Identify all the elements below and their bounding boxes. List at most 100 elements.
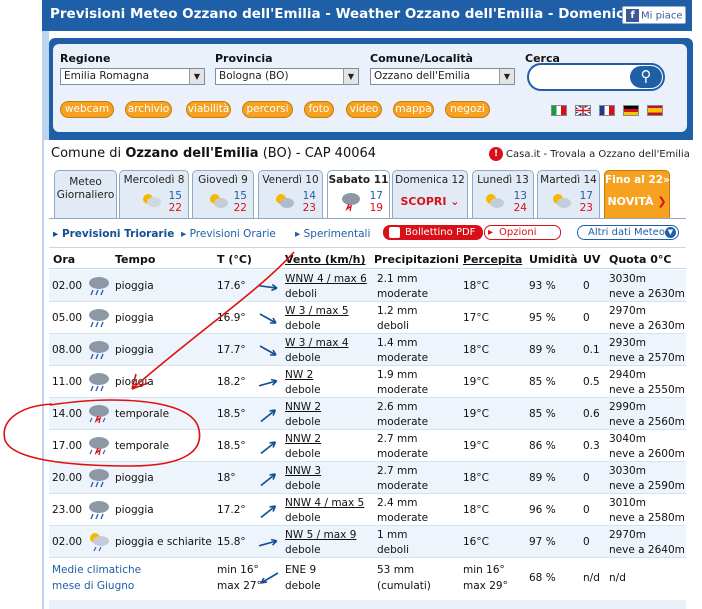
altri-dati-meteo-button[interactable]: Altri dati Meteo ▼: [577, 225, 679, 240]
rain-icon: [89, 277, 109, 296]
title-bar: Previsioni Meteo Ozzano dell'Emilia - We…: [42, 0, 692, 31]
cell-temp: 18.5°: [217, 440, 246, 452]
rain-icon: [89, 341, 109, 360]
casa-link[interactable]: ! Casa.it - Trovala a Ozzano dell'Emilia: [489, 147, 690, 161]
triangle-right-icon: ▸: [295, 228, 301, 240]
bollettino-pdf-button[interactable]: Bollettino PDF: [383, 225, 483, 240]
cell-vento: NW 2: [285, 369, 314, 381]
cell-vento-desc: deboli: [285, 288, 318, 300]
cell-ora: 05.00: [52, 312, 83, 324]
search-box: ⚲: [527, 63, 665, 91]
search-input[interactable]: [537, 70, 629, 84]
facebook-like-button[interactable]: f Mi piace: [622, 6, 686, 24]
tab-domenica-12[interactable]: Domenica 12 SCOPRI ⌄: [392, 170, 468, 219]
comune-select[interactable]: Ozzano dell'Emilia ▼: [370, 68, 515, 85]
comune-label: Comune/Località: [370, 52, 473, 65]
cell-uv: 0.5: [583, 376, 600, 388]
cell-percepita: 18°C: [463, 344, 489, 356]
viabilita-button[interactable]: viabilità: [186, 101, 231, 118]
chevron-right-icon: ❯: [657, 195, 667, 208]
cell-tempo: pioggia: [115, 504, 154, 516]
thunderstorm-icon: [89, 437, 109, 456]
cell-quota: 3010m: [609, 497, 646, 509]
table-row: 08.00 pioggia 17.7° W 3 / max 4 debole 1.4 mm…: [49, 334, 686, 366]
cell-precip: 2.4 mm: [377, 497, 418, 509]
flag-germany-icon[interactable]: [623, 105, 639, 116]
cell-percepita: 18°C: [463, 472, 489, 484]
mappa-button[interactable]: mappa: [393, 101, 434, 118]
cell-uv: 0: [583, 504, 590, 516]
casa-icon: !: [489, 147, 503, 161]
flag-italy-icon[interactable]: [551, 105, 567, 116]
cell-precip: 1.4 mm: [377, 337, 418, 349]
flag-france-icon[interactable]: [599, 105, 615, 116]
cell-vento: NW 5 / max 9: [285, 529, 357, 541]
cell-precip: 2.6 mm: [377, 401, 418, 413]
negozi-button[interactable]: negozi: [445, 101, 490, 118]
cell-quota: 2970m: [609, 305, 646, 317]
cell-percepita: 17°C: [463, 312, 489, 324]
cell-uv: 0.3: [583, 440, 600, 452]
search-button[interactable]: ⚲: [630, 66, 662, 88]
flag-uk-icon[interactable]: [575, 105, 591, 116]
tab-lunedi-13[interactable]: Lunedì 13 13 24: [472, 170, 534, 219]
tab-sabato-11[interactable]: Sabato 11 17 19: [327, 170, 390, 221]
cell-vento: NNW 2: [285, 401, 322, 413]
tab-venerdi-10[interactable]: Venerdì 10 14 23: [258, 170, 323, 219]
wind-direction-icon: [258, 378, 278, 387]
table-row: 02.00 pioggia 17.6° WNW 4 / max 6 deboli 2.1 …: [49, 270, 686, 302]
cell-vento: WNW 4 / max 6: [285, 273, 367, 285]
triangle-right-icon: ▸: [53, 228, 59, 240]
archivio-button[interactable]: archivio: [125, 101, 172, 118]
sun-cloud-icon: [553, 194, 571, 208]
cell-umidita: 93 %: [529, 280, 556, 292]
sun-rain-icon: [143, 194, 161, 207]
table-row: 11.00 pioggia 18.2° NW 2 debole 1.9 mm moderat…: [49, 366, 686, 398]
provincia-select[interactable]: Bologna (BO) ▼: [215, 68, 359, 85]
facebook-icon: f: [626, 9, 639, 22]
wind-direction-icon: [258, 283, 278, 292]
percorsi-button[interactable]: percorsi: [242, 101, 293, 118]
link-previsioni-triorarie[interactable]: ▸ Previsioni Triorarie: [53, 228, 174, 240]
sun-cloud-icon: [276, 194, 294, 208]
cell-percepita: 18°C: [463, 280, 489, 292]
flag-spain-icon[interactable]: [647, 105, 663, 116]
video-button[interactable]: video: [346, 101, 382, 118]
webcam-button[interactable]: webcam: [60, 101, 114, 118]
cell-tempo: pioggia: [115, 376, 154, 388]
tab-meteo-giornaliero[interactable]: Meteo Giornaliero: [54, 170, 117, 219]
thunderstorm-icon: [89, 405, 109, 424]
rain-icon: [89, 309, 109, 328]
table-row: 05.00 pioggia 16.9° W 3 / max 5 debole 1.2 mm…: [49, 302, 686, 334]
cell-neve: neve a 2560m: [609, 416, 685, 428]
arrow-down-icon: ▼: [665, 227, 676, 238]
cell-percepita: 19°C: [463, 408, 489, 420]
page-title: Previsioni Meteo Ozzano dell'Emilia - We…: [50, 6, 657, 22]
cell-percepita: 19°C: [463, 440, 489, 452]
tab-mercoledi-8[interactable]: Mercoledì 8 15 22: [119, 170, 189, 219]
cell-vento-desc: debole: [285, 416, 321, 428]
cell-umidita: 95 %: [529, 312, 556, 324]
cell-precip-desc: moderate: [377, 512, 429, 524]
cell-vento-desc: debole: [285, 352, 321, 364]
regione-select[interactable]: Emilia Romagna ▼: [60, 68, 205, 85]
opzioni-button[interactable]: ▸ Opzioni: [484, 225, 561, 240]
tab-giovedi-9[interactable]: Giovedì 9 15 22: [192, 170, 254, 219]
cell-uv: 0: [583, 536, 590, 548]
cell-ora: 08.00: [52, 344, 83, 356]
tab-martedi-14[interactable]: Martedì 14 17 23: [537, 170, 600, 219]
foto-button[interactable]: foto: [304, 101, 334, 118]
link-previsioni-orarie[interactable]: ▸ Previsioni Orarie: [181, 228, 276, 240]
tab-fino-al-22[interactable]: Fino al 22» NOVITÀ ❯: [604, 170, 670, 219]
wind-direction-icon: [260, 441, 277, 455]
cell-precip-desc: moderate: [377, 448, 429, 460]
cell-neve: neve a 2630m: [609, 320, 685, 332]
cell-vento-desc: debole: [285, 448, 321, 460]
cell-neve: neve a 2640m: [609, 544, 685, 556]
link-sperimentali[interactable]: ▸ Sperimentali: [295, 228, 370, 240]
sun-cloud-icon: [486, 194, 504, 208]
cell-uv: 0: [583, 312, 590, 324]
cell-vento: NNW 2: [285, 433, 322, 445]
cell-tempo: pioggia: [115, 344, 154, 356]
cell-precip-desc: moderate: [377, 384, 429, 396]
